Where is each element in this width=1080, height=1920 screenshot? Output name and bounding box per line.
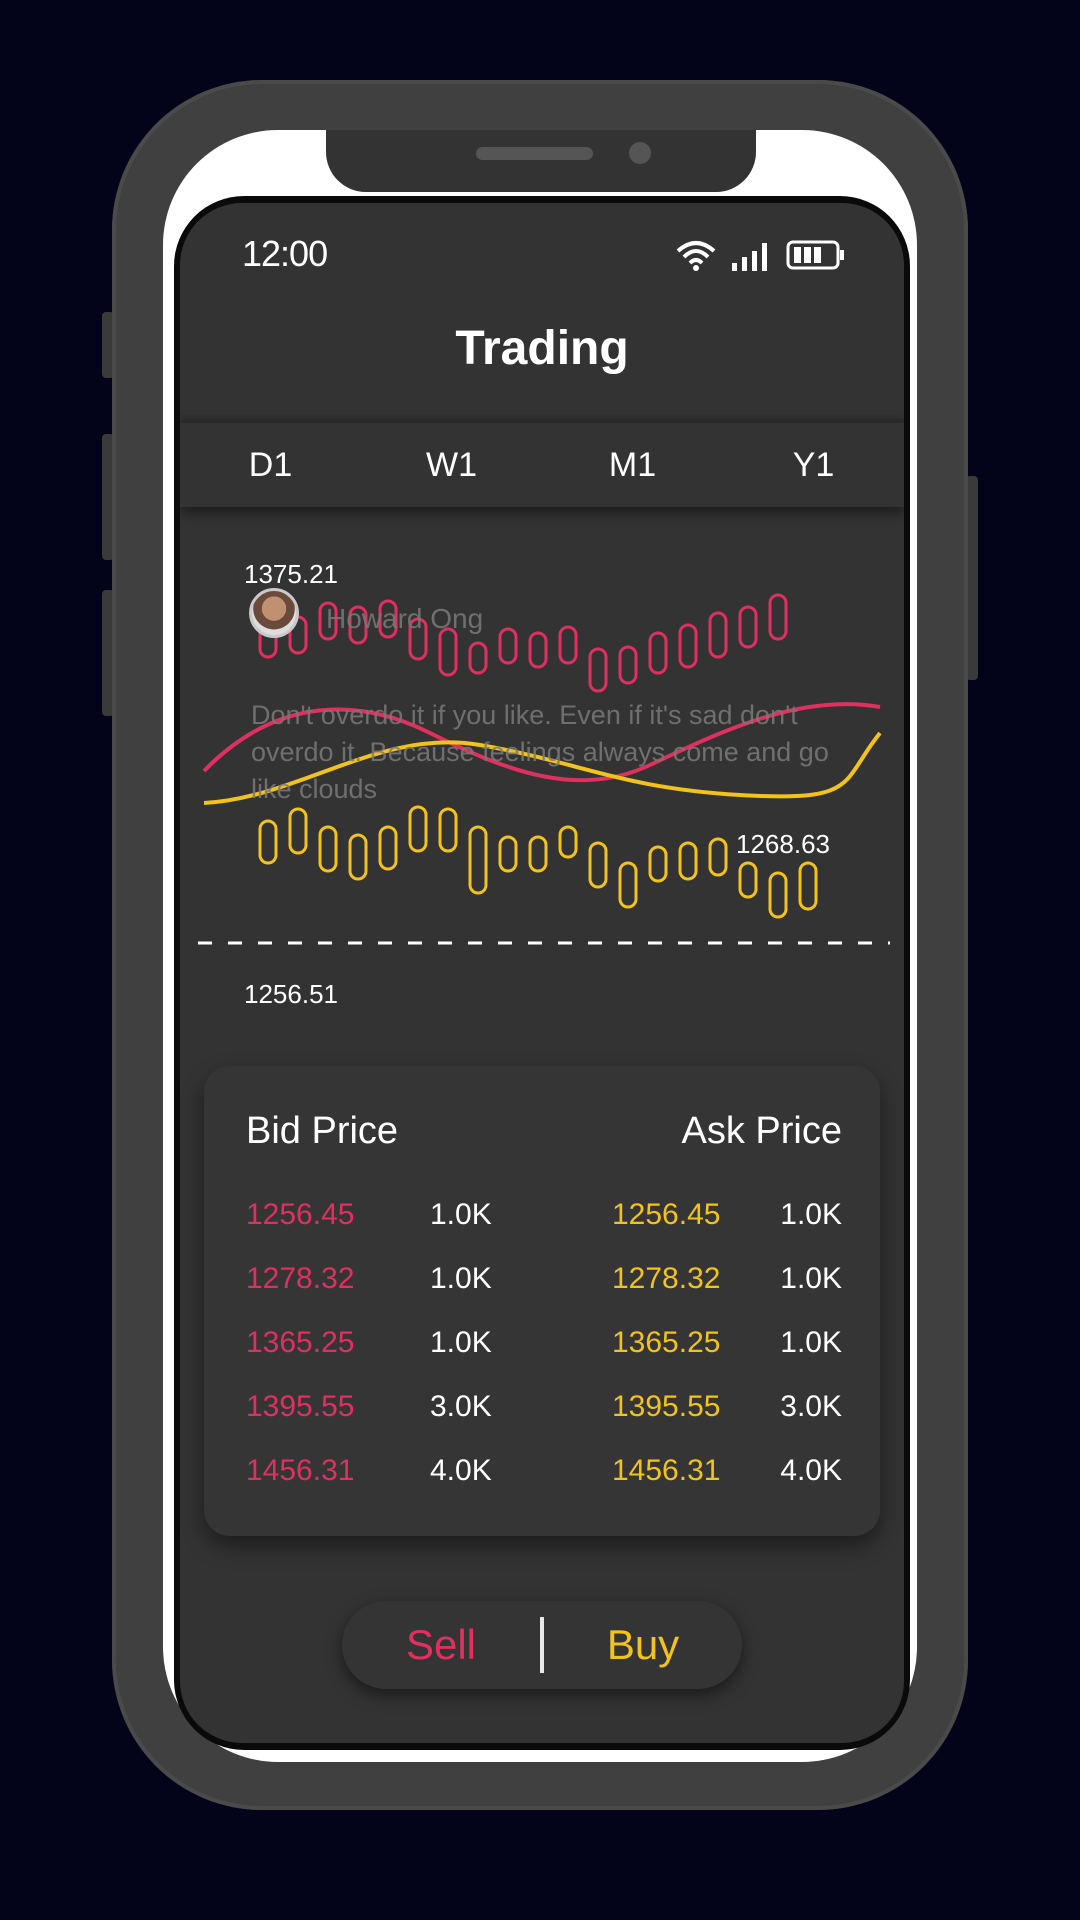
- buy-candle: [738, 861, 758, 899]
- buy-candle: [588, 841, 608, 889]
- buy-candle: [528, 835, 548, 873]
- bid-price-value: 1365.25: [246, 1326, 355, 1359]
- order-row[interactable]: 1365.25 1.0K 1365.25 1.0K: [204, 1326, 880, 1376]
- app-screen: 12:00 Trading D1 W1 M1 Y1 1375.21 1268.6…: [180, 203, 904, 1743]
- chart-mid-label: 1268.63: [736, 829, 830, 859]
- buy-candle: [408, 805, 428, 853]
- sell-candle: [558, 625, 578, 665]
- sell-candle: [468, 641, 488, 675]
- buy-candle: [378, 825, 398, 871]
- ask-quantity: 3.0K: [780, 1390, 842, 1423]
- bid-price-header: Bid Price: [246, 1110, 399, 1152]
- tab-d1[interactable]: D1: [180, 423, 361, 507]
- buy-candle: [768, 871, 788, 919]
- buy-candle: [468, 825, 488, 895]
- chart-high-label: 1375.21: [244, 559, 338, 589]
- avatar: [249, 588, 299, 638]
- order-book-card: Bid Price Ask Price 1256.45 1.0K 1256.45…: [204, 1066, 880, 1536]
- ask-quantity: 1.0K: [780, 1198, 842, 1231]
- order-row[interactable]: 1395.55 3.0K 1395.55 3.0K: [204, 1390, 880, 1440]
- buy-candle: [648, 845, 668, 883]
- order-row[interactable]: 1278.32 1.0K 1278.32 1.0K: [204, 1262, 880, 1312]
- buy-candle: [678, 841, 698, 881]
- buy-candle: [618, 861, 638, 909]
- signal-icon: [732, 243, 767, 271]
- overlay-quote: Don't overdo it if you like. Even if it'…: [251, 700, 829, 804]
- buy-candle: [708, 837, 728, 877]
- buy-candle: [288, 807, 308, 855]
- bid-quantity: 1.0K: [430, 1262, 492, 1295]
- buy-candle: [438, 807, 458, 853]
- bid-price-value: 1256.45: [246, 1198, 355, 1231]
- sell-candle: [678, 623, 698, 669]
- order-row[interactable]: 1256.45 1.0K 1256.45 1.0K: [204, 1198, 880, 1248]
- wifi-icon: [676, 241, 716, 271]
- tab-y1[interactable]: Y1: [723, 423, 904, 507]
- bid-price-value: 1456.31: [246, 1454, 355, 1487]
- sell-candle: [498, 627, 518, 665]
- ask-price-value: 1365.25: [612, 1326, 721, 1359]
- buy-candle: [498, 835, 518, 873]
- tab-m1[interactable]: M1: [542, 423, 723, 507]
- ask-price-header: Ask Price: [681, 1110, 842, 1152]
- chart-low-label: 1256.51: [244, 979, 338, 1009]
- sell-candle: [588, 647, 608, 693]
- sell-candle: [438, 627, 458, 677]
- buy-candle: [798, 861, 818, 911]
- ask-price-value: 1278.32: [612, 1262, 721, 1295]
- bid-price-value: 1395.55: [246, 1390, 355, 1423]
- page-title: Trading: [455, 322, 629, 375]
- buy-candles: [258, 805, 818, 919]
- sell-candle: [738, 605, 758, 649]
- bid-quantity: 1.0K: [430, 1198, 492, 1231]
- speaker-grille: [476, 147, 593, 160]
- buy-candle: [348, 833, 368, 881]
- buy-candle: [558, 825, 578, 859]
- sell-candle: [618, 645, 638, 685]
- bid-quantity: 3.0K: [430, 1390, 492, 1423]
- status-icons: [674, 239, 846, 271]
- bid-quantity: 1.0K: [430, 1326, 492, 1359]
- battery-icon: [786, 240, 844, 270]
- buy-candle: [318, 825, 338, 873]
- ask-price-value: 1456.31: [612, 1454, 721, 1487]
- timeframe-tabs: D1 W1 M1 Y1: [180, 423, 904, 507]
- sell-button[interactable]: Sell: [342, 1601, 540, 1689]
- tab-w1[interactable]: W1: [361, 423, 542, 507]
- bid-price-value: 1278.32: [246, 1262, 355, 1295]
- stage: 12:00 Trading D1 W1 M1 Y1 1375.21 1268.6…: [0, 0, 1080, 1920]
- sell-candle: [768, 593, 788, 641]
- ask-price-value: 1395.55: [612, 1390, 721, 1423]
- order-row[interactable]: 1456.31 4.0K 1456.31 4.0K: [204, 1454, 880, 1504]
- phone-notch: [326, 130, 756, 192]
- buy-button[interactable]: Buy: [544, 1601, 742, 1689]
- overlay-author-name: Howard Ong: [326, 603, 484, 634]
- sell-candle: [708, 611, 728, 659]
- buy-candle: [258, 819, 278, 865]
- sell-buy-toggle: Sell Buy: [342, 1601, 742, 1689]
- bid-quantity: 4.0K: [430, 1454, 492, 1487]
- ask-quantity: 1.0K: [780, 1326, 842, 1359]
- status-time: 12:00: [242, 233, 328, 274]
- ask-price-value: 1256.45: [612, 1198, 721, 1231]
- sell-candle: [648, 631, 668, 675]
- sell-candle: [528, 631, 548, 669]
- ask-quantity: 1.0K: [780, 1262, 842, 1295]
- front-camera: [629, 142, 651, 164]
- ask-quantity: 4.0K: [780, 1454, 842, 1487]
